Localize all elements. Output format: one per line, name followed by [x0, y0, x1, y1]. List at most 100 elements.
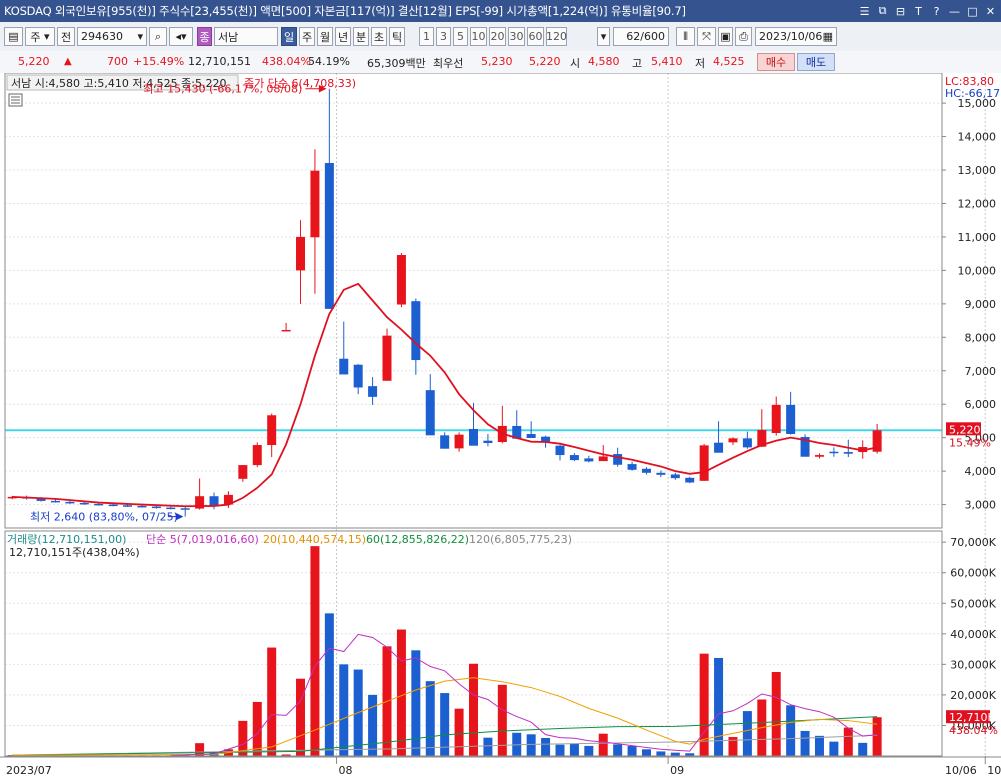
candle-body: [425, 390, 435, 436]
maximize-icon[interactable]: □: [965, 4, 980, 19]
price-change: 700: [107, 55, 128, 68]
vol-ma120-legend: 120(6,805,775,23): [469, 533, 572, 546]
volume-bar: [641, 749, 651, 756]
close-icon[interactable]: ✕: [983, 4, 998, 19]
candle-body: [382, 335, 392, 381]
price-tick-label: 10,000: [958, 264, 997, 277]
current-price: 5,220: [18, 55, 50, 68]
bar-count-field[interactable]: 62/600: [613, 27, 669, 46]
trade-amount: 65,309백만: [367, 57, 426, 70]
buy-button[interactable]: 매수: [757, 53, 795, 71]
type-select[interactable]: 주 ▾: [25, 27, 55, 46]
volume-bar: [296, 678, 306, 756]
volume-tick-label: 50,000K: [950, 597, 996, 610]
period-tab-1[interactable]: 주: [299, 27, 315, 46]
date-value: 2023/10/06: [759, 30, 823, 43]
interval-dropdown-icon[interactable]: ▾: [597, 27, 610, 46]
stock-summary: KOSDAQ 외국인보유[955(천)] 주식수[23,455(천)] 액면[5…: [4, 4, 686, 18]
volume-bar: [584, 745, 594, 756]
minimize-icon[interactable]: —: [947, 4, 962, 19]
volume-bar: [843, 727, 853, 756]
crosshair-icon[interactable]: ⤧: [697, 27, 716, 46]
speaker-icon[interactable]: ◂▾: [169, 27, 193, 46]
volume-bar: [613, 744, 623, 756]
open-price: 4,580: [588, 55, 620, 68]
candle-body: [598, 456, 608, 462]
up-arrow-icon: ▲: [64, 56, 72, 67]
candle-body: [339, 358, 349, 375]
date-input[interactable]: 2023/10/06 ▦: [755, 27, 837, 46]
candle-body: [699, 445, 709, 481]
volume-bar: [598, 733, 608, 756]
candle-body: [685, 477, 695, 483]
calendar-icon[interactable]: ▦: [823, 30, 833, 43]
best-ask: 5,230: [481, 55, 513, 68]
high-label: 고: [632, 57, 643, 70]
interval-tab-3[interactable]: 10: [470, 27, 487, 46]
interval-tab-4[interactable]: 20: [489, 27, 506, 46]
volume-ratio: 438.04%: [262, 55, 311, 68]
period-tab-6[interactable]: 틱: [389, 27, 405, 46]
best-quote-label: 최우선: [433, 57, 464, 70]
volume-tick-label: 20,000K: [950, 689, 996, 702]
interval-tab-2[interactable]: 5: [453, 27, 468, 46]
interval-tab-1[interactable]: 3: [436, 27, 451, 46]
volume-bar: [569, 743, 579, 756]
prev-button[interactable]: 전: [57, 27, 75, 46]
open-label: 시: [570, 57, 581, 70]
interval-tab-0[interactable]: 1: [419, 27, 434, 46]
interval-tab-6[interactable]: 60: [527, 27, 544, 46]
low-label: 저: [695, 57, 706, 70]
volume-bar: [786, 705, 796, 756]
period-tab-5[interactable]: 초: [371, 27, 387, 46]
period-tab-4[interactable]: 분: [353, 27, 369, 46]
price-tick-label: 3,000: [965, 499, 997, 512]
interval-tab-7[interactable]: 120: [546, 27, 567, 46]
font-icon[interactable]: T: [911, 4, 926, 19]
chart-area[interactable]: 3,0004,0005,0006,0007,0008,0009,00010,00…: [0, 73, 1001, 778]
candle-icon[interactable]: ⫴: [676, 27, 695, 46]
sell-button[interactable]: 매도: [797, 53, 835, 71]
interval-tab-5[interactable]: 30: [508, 27, 525, 46]
window-buttons: ☰ ⧉ ⊟ T ? — □ ✕: [857, 0, 1001, 22]
price-tick-label: 6,000: [965, 398, 997, 411]
candle-body: [569, 455, 579, 461]
period-tab-2[interactable]: 월: [317, 27, 333, 46]
candle-body: [742, 438, 752, 448]
period-tab-0[interactable]: 일: [281, 27, 297, 46]
price-tick-label: 9,000: [965, 298, 997, 311]
candle-body: [252, 445, 262, 466]
menu-icon[interactable]: ☰: [857, 4, 872, 19]
volume-bar: [771, 671, 781, 756]
code-input[interactable]: 294630 ▾: [77, 27, 147, 46]
candle-body: [526, 433, 536, 439]
minimize-panel-icon[interactable]: ⊟: [893, 4, 908, 19]
period-tab-3[interactable]: 년: [335, 27, 351, 46]
volume-bar: [555, 744, 565, 756]
stock-name-field[interactable]: 서남: [214, 27, 278, 46]
candle-body: [656, 472, 666, 475]
layout-icon[interactable]: ▤: [4, 27, 23, 46]
candle-body: [310, 170, 320, 238]
candle-body: [296, 236, 306, 271]
candle-body: [555, 445, 565, 456]
chevron-down-icon[interactable]: ▾: [137, 30, 143, 43]
help-icon[interactable]: ?: [929, 4, 944, 19]
candle-body: [440, 435, 450, 449]
price-tick-label: 13,000: [958, 164, 997, 177]
candle-body: [123, 505, 133, 507]
candle-body: [281, 329, 291, 332]
volume-bar: [872, 717, 882, 756]
candle-body: [829, 451, 839, 454]
turnover-ratio: 54.19%: [308, 55, 350, 68]
volume-tick-label: 60,000K: [950, 567, 996, 580]
save-icon[interactable]: ▣: [718, 27, 733, 46]
x-label-right: 10/06: [945, 764, 977, 777]
vol-ma5-legend: 단순 5(7,019,016,60): [146, 533, 259, 546]
volume-bar: [858, 742, 868, 756]
candle-body: [94, 503, 104, 506]
candle-body: [584, 458, 594, 462]
print-icon[interactable]: ⎙: [735, 27, 752, 46]
window-restore-icon[interactable]: ⧉: [875, 4, 890, 19]
search-icon[interactable]: ⌕: [149, 27, 167, 46]
